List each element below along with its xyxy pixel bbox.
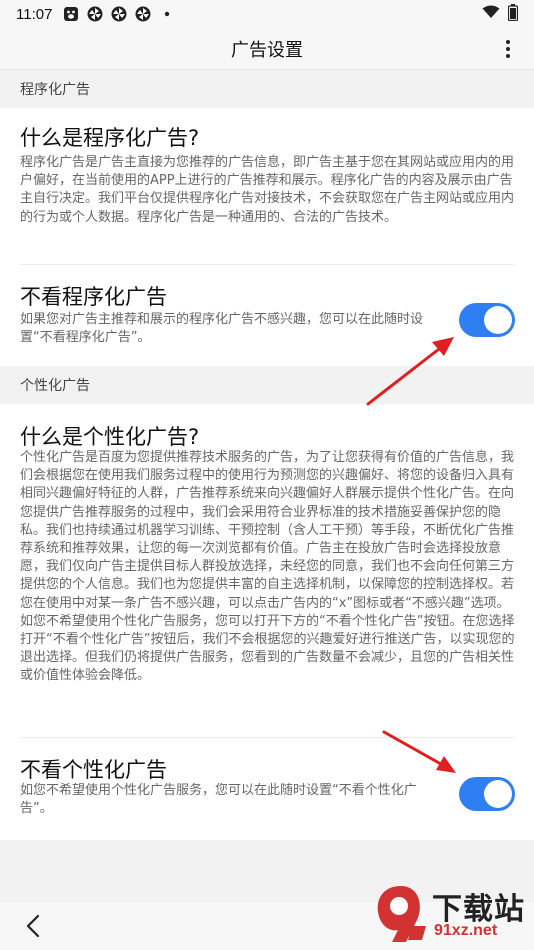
watermark-logo-icon — [377, 886, 426, 942]
dot-icon — [158, 5, 176, 23]
divider — [20, 264, 514, 265]
paw-icon — [62, 5, 80, 23]
watermark-site: 91xz.net — [434, 922, 498, 939]
app-bar: 广告设置 — [0, 28, 534, 70]
toggle-knob — [484, 780, 512, 808]
personalized-what-body: 个性化广告是百度为您提供推荐技术服务的广告，为了让您获得有价值的广告信息，我们会… — [20, 450, 515, 684]
battery-icon — [507, 3, 519, 25]
programmatic-toggle-title: 不看程序化广告 — [20, 285, 167, 309]
status-bar: 11:07 — [0, 0, 534, 28]
pinwheel-icon — [110, 5, 128, 23]
programmatic-what-body: 程序化广告是广告主直接为您推荐的广告信息，即广告主基于您在其网站或应用内的用户偏… — [20, 155, 515, 225]
personalized-toggle-desc: 如您不希望使用个性化广告服务，您可以在此随时设置“不看个性化广告”。 — [20, 783, 417, 817]
toggle-knob — [484, 306, 512, 334]
pinwheel-icon — [134, 5, 152, 23]
wifi-icon — [482, 5, 500, 23]
programmatic-card: 什么是程序化广告? 程序化广告是广告主直接为您推荐的广告信息，即广告主基于您在其… — [0, 108, 534, 366]
personalized-what-title: 什么是个性化广告? — [20, 425, 200, 449]
pinwheel-icon — [86, 5, 104, 23]
more-vertical-icon[interactable] — [498, 38, 518, 60]
page-title: 广告设置 — [231, 39, 303, 61]
personalized-toggle[interactable] — [459, 777, 515, 811]
programmatic-toggle[interactable] — [459, 303, 515, 337]
chevron-left-icon[interactable] — [22, 912, 46, 940]
personalized-toggle-title: 不看个性化广告 — [20, 758, 167, 782]
watermark: 下载站 91xz.net — [370, 878, 534, 950]
section-label-programmatic: 程序化广告 — [20, 82, 90, 98]
programmatic-what-title: 什么是程序化广告? — [20, 126, 200, 150]
annotation-arrow-icon — [366, 337, 454, 406]
annotation-arrow-icon — [382, 730, 456, 773]
status-time: 11:07 — [16, 5, 53, 23]
